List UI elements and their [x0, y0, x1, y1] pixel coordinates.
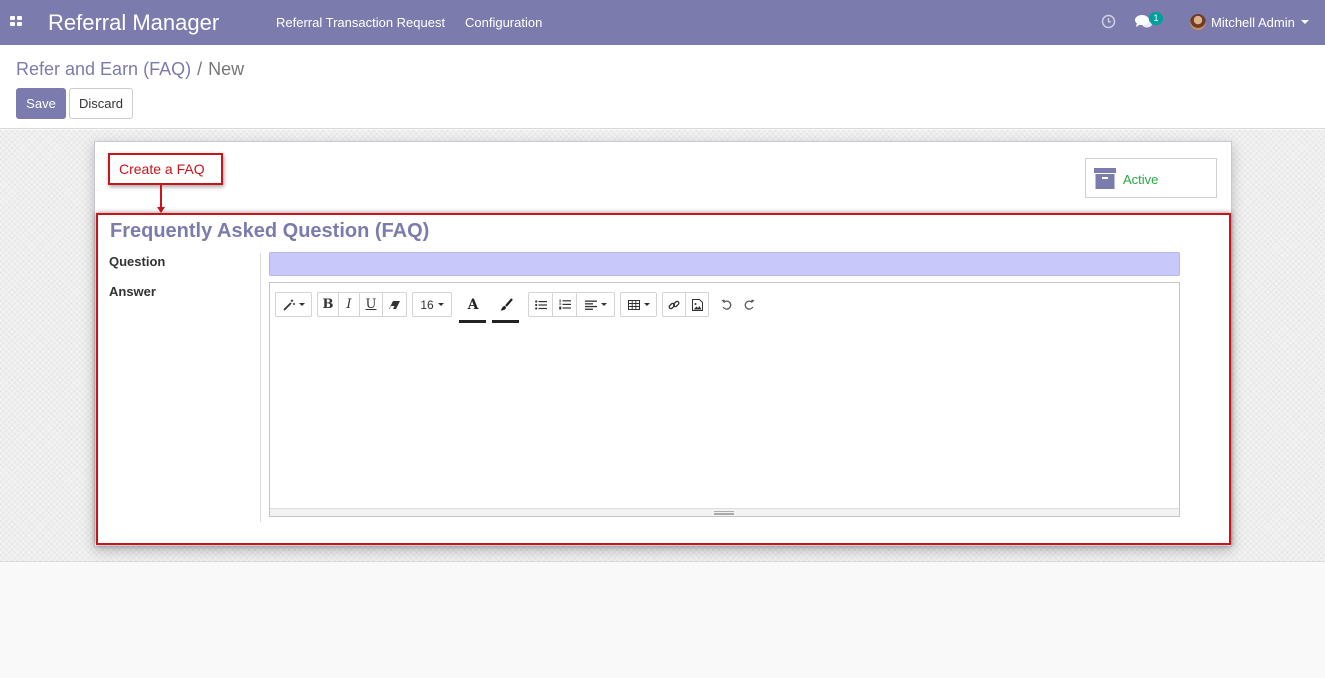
annotation-arrow-line: [160, 185, 162, 209]
chat-count-badge: 1: [1149, 12, 1163, 25]
ordered-list-icon: [558, 299, 571, 310]
toolbar-fontsize-group: 16: [412, 292, 452, 317]
toolbar-table-group: [620, 292, 657, 317]
underline-button[interactable]: U: [360, 293, 383, 316]
font-color-swatch: [459, 320, 486, 323]
clear-format-button[interactable]: [383, 293, 406, 316]
eraser-icon: [389, 300, 400, 309]
redo-button[interactable]: [741, 292, 757, 317]
link-button[interactable]: [663, 293, 686, 316]
toolbar-insert-group: [662, 292, 709, 317]
toolbar-style-group: [275, 292, 312, 317]
question-label: Question: [109, 254, 166, 269]
magic-wand-icon: [282, 299, 295, 311]
highlight-color-swatch: [492, 320, 519, 323]
undo-icon: [721, 299, 731, 310]
image-button[interactable]: [686, 293, 708, 316]
style-dropdown[interactable]: [276, 293, 311, 316]
toolbar-paragraph-group: [528, 292, 615, 317]
align-icon: [584, 300, 597, 310]
font-size-value: 16: [420, 297, 434, 312]
font-color-icon[interactable]: A: [460, 292, 486, 317]
caret-down-icon: [437, 303, 444, 306]
resize-handle-icon[interactable]: [714, 511, 734, 515]
editor-resize-bar[interactable]: [270, 508, 1179, 516]
caret-down-icon: [643, 303, 650, 306]
align-dropdown[interactable]: [577, 293, 614, 316]
annotation-callout: Create a FAQ: [108, 153, 223, 185]
undo-button[interactable]: [718, 292, 734, 317]
ordered-list-button[interactable]: [553, 293, 577, 316]
save-button[interactable]: Save: [16, 88, 66, 119]
unordered-list-icon: [534, 299, 547, 310]
discard-button[interactable]: Discard: [69, 88, 133, 119]
archive-icon: [1094, 168, 1116, 189]
breadcrumb-parent[interactable]: Refer and Earn (FAQ): [16, 59, 191, 79]
caret-down-icon[interactable]: [1301, 20, 1309, 24]
apps-icon[interactable]: [10, 16, 23, 27]
answer-editor[interactable]: [269, 282, 1180, 517]
caret-down-icon: [600, 303, 607, 306]
table-icon: [627, 299, 640, 310]
avatar[interactable]: [1190, 14, 1206, 30]
breadcrumb-separator: /: [197, 59, 203, 79]
user-menu[interactable]: Mitchell Admin: [1211, 15, 1295, 30]
bold-button[interactable]: B: [318, 293, 339, 316]
active-toggle-button[interactable]: Active: [1085, 158, 1217, 198]
top-navbar: Referral Manager Referral Transaction Re…: [0, 0, 1325, 45]
redo-icon: [744, 299, 754, 310]
question-input[interactable]: [269, 252, 1180, 276]
clock-icon[interactable]: [1101, 14, 1116, 29]
font-size-dropdown[interactable]: 16: [413, 293, 451, 316]
italic-button[interactable]: I: [339, 293, 360, 316]
table-dropdown[interactable]: [621, 293, 656, 316]
app-title: Referral Manager: [48, 10, 220, 35]
active-label: Active: [1123, 172, 1159, 187]
menu-referral-transaction-request[interactable]: Referral Transaction Request: [276, 15, 445, 30]
link-icon: [668, 300, 680, 309]
image-icon: [691, 298, 703, 311]
toolbar-format-group: B I U: [317, 292, 407, 317]
menu-configuration[interactable]: Configuration: [465, 15, 542, 30]
paint-brush-icon: [500, 298, 513, 311]
control-panel: Refer and Earn (FAQ) / New Save Discard: [0, 45, 1325, 129]
answer-label: Answer: [109, 284, 156, 299]
unordered-list-button[interactable]: [529, 293, 553, 316]
breadcrumb: Refer and Earn (FAQ) / New: [16, 59, 244, 80]
caret-down-icon: [298, 303, 305, 306]
highlight-color-button[interactable]: [493, 292, 519, 317]
form-title: Frequently Asked Question (FAQ): [110, 220, 430, 242]
breadcrumb-current: New: [208, 59, 245, 79]
label-divider: [260, 253, 261, 522]
